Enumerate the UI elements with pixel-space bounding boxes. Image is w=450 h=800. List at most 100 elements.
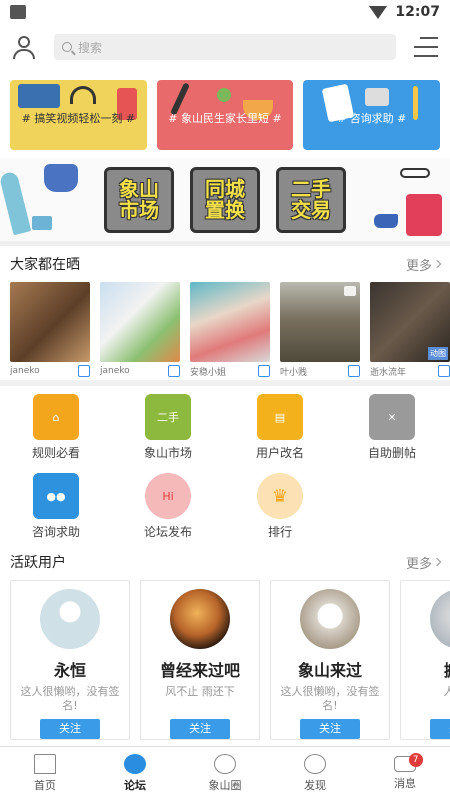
search-input[interactable]: 搜索 [78, 39, 102, 56]
photo-card[interactable]: 动图 逝水流年 [370, 282, 450, 378]
id-card-icon: ▤ [257, 394, 303, 440]
active-users-more-link[interactable]: 更多 [406, 553, 442, 572]
home-icon [34, 754, 56, 774]
user-signature: 这人很懒哟，没有签名! [20, 685, 120, 713]
discover-icon [304, 754, 326, 774]
showcase-more-link[interactable]: 更多 [406, 255, 442, 274]
banner-funny-videos[interactable]: # 搞笑视频轻松一刻 # [10, 80, 147, 150]
user-card[interactable]: 象山来过 这人很懒哟，没有签名! 关注 [270, 580, 390, 740]
shortcut-market[interactable]: 二手 象山市场 [112, 394, 224, 461]
handbag-icon [44, 164, 78, 192]
like-icon[interactable] [438, 365, 450, 377]
showcase-photo-list: janeko janeko 安稳小姐 叶小贱 动图 逝水流年 [0, 282, 450, 378]
shortcut-post[interactable]: Hi 论坛发布 [112, 473, 224, 540]
tab-messages[interactable]: 消息 7 [360, 747, 450, 800]
user-signature: 风不止 雨还下 [165, 685, 235, 698]
tab-circle[interactable]: 象山圈 [180, 747, 270, 800]
banner-local-life[interactable]: # 象山民生家长里短 # [156, 80, 294, 150]
section-title: 活跃用户 [10, 555, 66, 571]
photo-card[interactable]: janeko [10, 282, 90, 378]
shortcut-rules[interactable]: ⌂ 规则必看 [0, 394, 112, 461]
tab-home[interactable]: 首页 [0, 747, 90, 800]
photo-card[interactable]: janeko [100, 282, 180, 378]
rules-house-icon: ⌂ [33, 394, 79, 440]
avatar [170, 589, 230, 649]
play-icon [344, 286, 356, 296]
user-name: 象山来过 [297, 661, 362, 680]
shoe-icon [374, 214, 398, 228]
follow-button[interactable]: 关注 [430, 719, 450, 739]
photo-thumbnail [280, 282, 360, 362]
avatar [430, 589, 450, 649]
photo-author: janeko [100, 366, 130, 376]
section-title: 大家都在晒 [10, 257, 80, 273]
forum-icon [124, 754, 146, 774]
active-users-list: 永恒 这人很懒哟，没有签名! 关注 曾经来过吧 风不止 雨还下 关注 象山来过 … [0, 580, 450, 740]
second-hand-sticker: 二手 交易 [276, 166, 346, 233]
photo-author: 逝水流年 [370, 367, 407, 378]
shortcut-ranking[interactable]: ♛ 排行 [224, 473, 336, 540]
like-icon[interactable] [258, 365, 270, 377]
sunglasses-icon [400, 168, 430, 178]
follow-button[interactable]: 关注 [40, 719, 100, 739]
luggage-icon [406, 194, 442, 236]
umbrella-icon [0, 170, 32, 236]
topic-banners: # 搞笑视频轻松一刻 # # 象山民生家长里短 # # 咨询求助 # [0, 70, 450, 150]
avatar [40, 589, 100, 649]
banner-label: # 搞笑视频轻松一刻 # [21, 112, 136, 125]
user-name: 永恒 [53, 661, 86, 680]
top-bar: 搜索 [0, 24, 450, 70]
delete-post-icon: ✕ [369, 394, 415, 440]
swap-sticker: 同城 置换 [190, 166, 260, 233]
photo-thumbnail [100, 282, 180, 362]
like-icon[interactable] [78, 365, 90, 377]
status-bar: 12:07 [0, 0, 450, 24]
avatar [300, 589, 360, 649]
shortcut-grid: ⌂ 规则必看 二手 象山市场 ▤ 用户改名 ✕ 自助删帖 ●● 咨询求助 Hi … [0, 386, 450, 544]
tab-discover[interactable]: 发现 [270, 747, 360, 800]
like-icon[interactable] [168, 365, 180, 377]
shortcut-help[interactable]: ●● 咨询求助 [0, 473, 112, 540]
photo-author: 叶小贱 [280, 367, 308, 378]
market-sticker: 象山 市场 [104, 166, 174, 233]
banner-label: # 咨询求助 # [336, 112, 407, 125]
status-time: 12:07 [395, 4, 440, 20]
circle-icon [214, 754, 236, 774]
search-box[interactable]: 搜索 [54, 34, 396, 60]
photo-thumbnail [190, 282, 270, 362]
bottom-tab-bar: 首页 论坛 象山圈 发现 消息 7 [0, 746, 450, 800]
tab-forum[interactable]: 论坛 [90, 747, 180, 800]
user-signature: 人的一 [443, 685, 450, 698]
second-hand-market-icon: 二手 [145, 394, 191, 440]
shortcut-delete-post[interactable]: ✕ 自助删帖 [336, 394, 448, 461]
search-icon [62, 42, 72, 52]
hi-bubble-icon: Hi [145, 473, 191, 519]
follow-button[interactable]: 关注 [170, 719, 230, 739]
chevron-right-icon [432, 259, 442, 269]
gif-badge: 动图 [428, 347, 448, 360]
chevron-right-icon [432, 557, 442, 567]
banner-help[interactable]: # 咨询求助 # [303, 80, 441, 150]
user-card[interactable]: 搬砖 人的一 关注 [400, 580, 450, 740]
user-signature: 这人很懒哟，没有签名! [280, 685, 380, 713]
camera-icon [32, 216, 52, 230]
profile-icon[interactable] [12, 35, 36, 59]
market-banner[interactable]: 象山 市场 同城 置换 二手 交易 [0, 158, 450, 246]
photo-thumbnail: 动图 [370, 282, 450, 362]
photo-author: 安稳小姐 [190, 367, 227, 378]
photo-author: janeko [10, 366, 40, 376]
active-users-header: 活跃用户 更多 [0, 544, 450, 580]
users-help-icon: ●● [33, 473, 79, 519]
user-name: 曾经来过吧 [159, 661, 240, 680]
wifi-icon [369, 5, 388, 19]
menu-icon[interactable] [414, 37, 438, 57]
like-icon[interactable] [348, 365, 360, 377]
follow-button[interactable]: 关注 [300, 719, 360, 739]
user-name: 搬砖 [444, 657, 450, 681]
shortcut-rename[interactable]: ▤ 用户改名 [224, 394, 336, 461]
photo-card[interactable]: 叶小贱 [280, 282, 360, 378]
notification-icon [10, 5, 26, 19]
user-card[interactable]: 曾经来过吧 风不止 雨还下 关注 [140, 580, 260, 740]
user-card[interactable]: 永恒 这人很懒哟，没有签名! 关注 [10, 580, 130, 740]
photo-card[interactable]: 安稳小姐 [190, 282, 270, 378]
